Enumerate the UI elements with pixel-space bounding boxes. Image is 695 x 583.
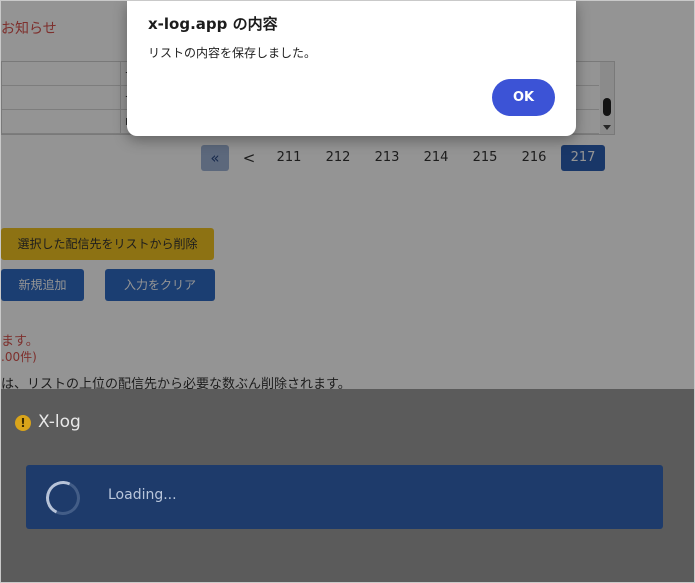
- loading-panel: ! X-log Loading...: [1, 389, 694, 582]
- dialog-message: リストの内容を保存しました。: [148, 46, 317, 60]
- spinner-icon: [41, 476, 85, 520]
- warning-icon: !: [15, 415, 31, 431]
- dialog-title: x-log.app の内容: [148, 15, 278, 33]
- loading-title: X-log: [38, 412, 81, 432]
- browser-viewport: お知らせ サ サ r « < 211 212 213 214 215 216 2…: [0, 0, 695, 583]
- ok-button[interactable]: OK: [492, 79, 555, 116]
- loading-box: Loading...: [26, 465, 663, 529]
- loading-message: Loading...: [108, 487, 177, 503]
- alert-dialog: x-log.app の内容 リストの内容を保存しました。 OK: [127, 1, 576, 136]
